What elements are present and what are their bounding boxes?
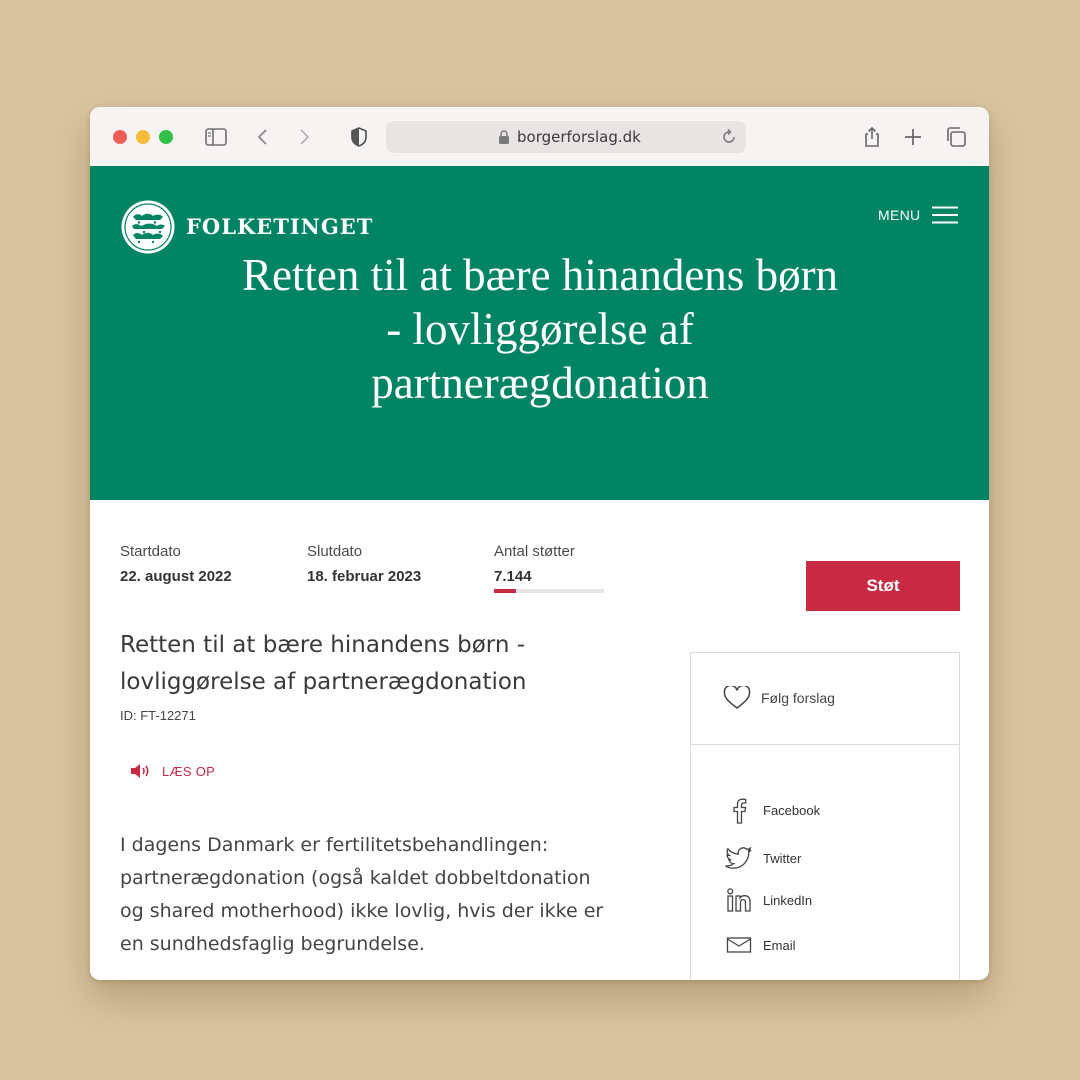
panel-divider (691, 744, 959, 745)
share-label: Email (763, 937, 796, 953)
url-text: borgerforslag.dk (517, 128, 641, 146)
read-aloud-button[interactable]: LÆS OP (130, 762, 215, 780)
share-twitter[interactable]: Twitter (725, 844, 801, 872)
supporters-label: Antal støtter (494, 543, 575, 560)
share-panel: Følg forslag Facebook Twitter LinkedIn E… (690, 652, 960, 980)
read-aloud-label: LÆS OP (162, 763, 216, 779)
facebook-icon (733, 798, 747, 824)
speaker-icon (131, 764, 149, 778)
browser-toolbar: borgerforslag.dk (90, 107, 989, 167)
maximize-window-button[interactable] (159, 130, 173, 144)
forward-arrow-icon[interactable] (292, 125, 316, 149)
heart-icon (723, 686, 751, 709)
follow-proposal-button[interactable]: Følg forslag (723, 686, 835, 710)
minimize-window-button[interactable] (136, 130, 150, 144)
back-arrow-icon[interactable] (251, 125, 275, 149)
end-date-label: Slutdato (307, 543, 363, 560)
supporters-progress-bar (494, 589, 604, 593)
start-date-value: 22. august 2022 (120, 568, 232, 585)
hero-banner: FOLKETINGET MENU Retten til at bære hina… (90, 166, 989, 500)
supporters-stat: Antal støtter 7.144 (494, 543, 575, 585)
privacy-shield-icon[interactable] (347, 125, 371, 149)
menu-button[interactable]: MENU (878, 206, 959, 224)
proposal-title: Retten til at bære hinandens børn - lovl… (120, 632, 527, 695)
supporters-value: 7.144 (494, 568, 532, 585)
proposal-body-text: I dagens Danmark er fertilitetsbehandlin… (120, 834, 604, 955)
close-window-button[interactable] (113, 130, 127, 144)
address-bar[interactable]: borgerforslag.dk (386, 121, 746, 153)
folketinget-logo-icon[interactable] (120, 199, 176, 255)
share-email[interactable]: Email (725, 931, 796, 959)
end-date-value: 18. februar 2023 (307, 568, 422, 585)
share-icon[interactable] (860, 125, 884, 149)
hamburger-menu-icon (932, 206, 959, 224)
sidebar-toggle-icon[interactable] (204, 125, 228, 149)
share-label: Twitter (763, 850, 802, 866)
supporters-progress-fill (494, 589, 516, 593)
linkedin-icon (727, 888, 751, 912)
email-icon (726, 937, 752, 953)
start-date-stat: Startdato 22. august 2022 (120, 543, 232, 585)
support-button[interactable]: Støt (806, 561, 960, 611)
twitter-icon (725, 846, 752, 869)
lock-icon (499, 130, 509, 144)
follow-proposal-label: Følg forslag (761, 690, 835, 706)
menu-label: MENU (878, 207, 921, 223)
tab-overview-icon[interactable] (944, 125, 968, 149)
hero-title: Retten til at bære hinandens børn - lovl… (241, 250, 839, 408)
browser-window: borgerforslag.dk FOLKETINGET MENU Retten… (90, 107, 989, 980)
proposal-id: ID: FT-12271 (120, 708, 196, 723)
share-facebook[interactable]: Facebook (725, 796, 820, 824)
end-date-stat: Slutdato 18. februar 2023 (307, 543, 421, 585)
new-tab-plus-icon[interactable] (901, 125, 925, 149)
share-linkedin[interactable]: LinkedIn (725, 886, 812, 914)
logo-text[interactable]: FOLKETINGET (186, 214, 373, 239)
start-date-label: Startdato (120, 543, 181, 560)
share-label: Facebook (763, 802, 821, 818)
reload-icon[interactable] (720, 128, 738, 146)
share-label: LinkedIn (763, 892, 813, 908)
